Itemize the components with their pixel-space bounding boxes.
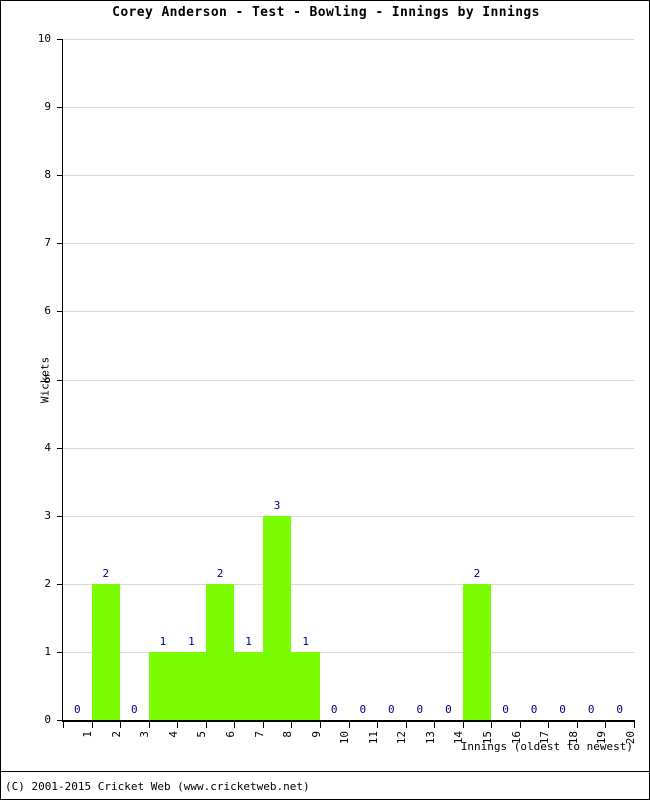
x-tick-mark <box>377 722 379 728</box>
bar-value-label: 3 <box>273 498 281 512</box>
x-tick-label: 5 <box>195 731 209 738</box>
y-tick-mark <box>57 107 63 109</box>
bar[interactable] <box>262 515 292 720</box>
gridline <box>63 243 634 245</box>
y-tick-label: 9 <box>44 100 51 114</box>
bar-value-label: 1 <box>245 634 252 648</box>
bar-value-label: 2 <box>216 566 224 580</box>
x-tick-label: 12 <box>395 731 409 745</box>
bar[interactable] <box>462 583 492 720</box>
y-tick-label: 4 <box>44 440 51 454</box>
gridline <box>63 39 634 40</box>
x-tick-mark <box>348 722 350 728</box>
bar-value-label: 0 <box>530 703 538 716</box>
copyright-notice: (C) 2001-2015 Cricket Web (www.cricketwe… <box>5 780 310 793</box>
x-tick-mark <box>576 722 578 728</box>
y-tick-label: 7 <box>44 236 51 250</box>
y-tick-label: 1 <box>44 644 51 658</box>
x-tick-mark <box>634 722 635 728</box>
y-tick-label: 8 <box>44 168 51 182</box>
gridline <box>63 379 634 381</box>
x-tick-label: 11 <box>366 731 380 745</box>
y-tick-label: 6 <box>44 304 51 318</box>
x-tick-label: 1 <box>81 731 95 738</box>
bar-value-label: 0 <box>131 703 138 716</box>
y-tick-label: 0 <box>44 713 51 726</box>
x-tick-label: 9 <box>309 731 323 738</box>
x-tick-mark <box>205 722 207 728</box>
y-tick-mark <box>57 447 63 449</box>
gridline <box>63 107 634 109</box>
x-tick-mark <box>548 722 550 728</box>
bar-value-label: 0 <box>445 703 452 716</box>
y-tick-mark <box>57 583 63 585</box>
x-tick-mark <box>319 722 321 728</box>
y-tick-label: 10 <box>37 32 51 45</box>
bar-value-label: 0 <box>502 703 509 716</box>
bar-value-label: 0 <box>616 703 624 716</box>
x-tick-label: 3 <box>138 731 152 738</box>
x-tick-mark <box>605 722 607 728</box>
plot-area: Wickets 0 1 2 3 4 5 6 7 8 9 10 0201121310000020000… <box>38 33 634 725</box>
bar[interactable] <box>91 583 121 720</box>
x-tick-mark <box>120 722 122 728</box>
y-tick-label: 3 <box>44 508 51 522</box>
x-tick-label: 6 <box>224 731 238 738</box>
y-tick-mark <box>57 720 63 721</box>
x-tick-mark <box>63 722 64 728</box>
x-tick-mark <box>91 722 93 728</box>
y-tick-label: 5 <box>44 372 51 386</box>
y-tick-mark <box>57 651 63 653</box>
bar-value-label: 0 <box>388 703 395 716</box>
chart-page: Corey Anderson - Test - Bowling - Inning… <box>0 0 650 800</box>
footer-divider <box>1 771 649 772</box>
y-tick-mark <box>57 379 63 381</box>
gridline <box>63 311 634 313</box>
x-tick-mark <box>291 722 293 728</box>
bar-value-label: 0 <box>73 703 81 716</box>
x-tick-label: 2 <box>109 731 123 738</box>
bar-value-label: 0 <box>559 703 566 716</box>
x-tick-mark <box>434 722 436 728</box>
bar-value-label: 1 <box>188 634 195 648</box>
gridline <box>63 515 634 517</box>
bar-value-label: 1 <box>159 634 167 648</box>
gridline <box>63 175 634 177</box>
bar-value-label: 0 <box>416 703 424 716</box>
x-tick-mark <box>462 722 464 728</box>
bar-value-label: 2 <box>473 566 481 580</box>
y-tick-mark <box>57 243 63 245</box>
gridline <box>63 583 634 585</box>
bar[interactable] <box>177 651 206 720</box>
bar-value-label: 1 <box>302 634 309 648</box>
bar[interactable] <box>234 651 263 720</box>
gridline <box>63 447 634 449</box>
y-tick-mark <box>57 175 63 177</box>
x-axis-title: Innings (oldest to newest) <box>460 740 633 753</box>
x-tick-mark <box>262 722 264 728</box>
bar-value-label: 0 <box>587 703 595 716</box>
bar-value-label: 2 <box>102 566 110 580</box>
bar-value-label: 0 <box>330 703 338 716</box>
x-tick-mark <box>234 722 236 728</box>
bar[interactable] <box>205 583 235 720</box>
page-title: Corey Anderson - Test - Bowling - Inning… <box>112 5 540 20</box>
bar[interactable] <box>148 651 178 720</box>
x-tick-label: 13 <box>423 731 437 745</box>
x-tick-mark <box>177 722 179 728</box>
x-tick-label: 10 <box>338 731 352 745</box>
bar[interactable] <box>291 651 320 720</box>
y-tick-label: 2 <box>44 576 51 590</box>
x-tick-label: 8 <box>281 731 295 738</box>
x-tick-mark <box>519 722 521 728</box>
y-tick-mark <box>57 515 63 517</box>
x-tick-mark <box>405 722 407 728</box>
x-tick-label: 7 <box>252 731 266 738</box>
x-tick-label: 4 <box>166 731 180 738</box>
bar-value-label: 0 <box>359 703 367 716</box>
y-tick-mark <box>57 39 63 40</box>
y-tick-mark <box>57 311 63 313</box>
x-tick-mark <box>491 722 493 728</box>
x-tick-mark <box>148 722 150 728</box>
